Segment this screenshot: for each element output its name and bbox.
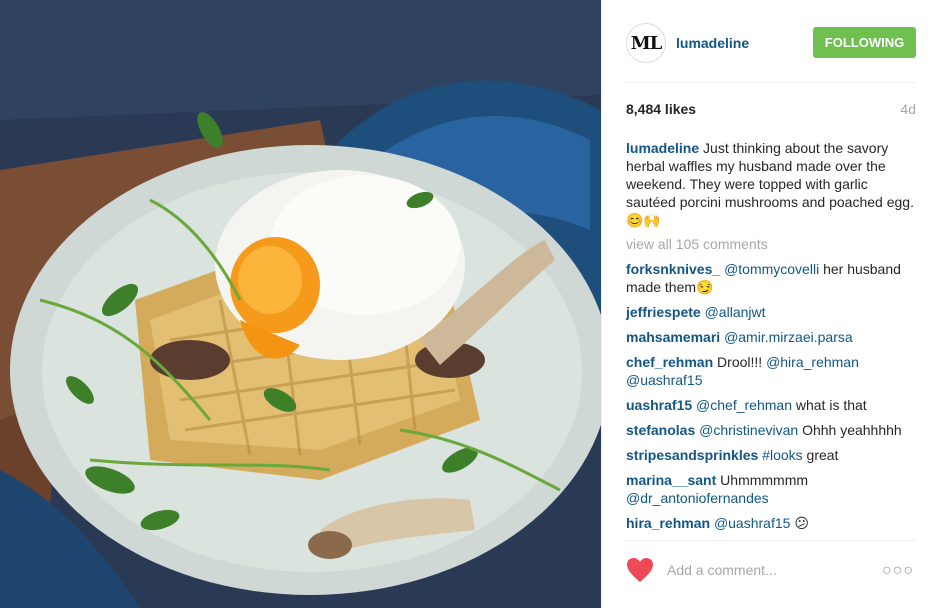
post-photo[interactable] (0, 0, 601, 608)
caption-username[interactable]: lumadeline (626, 140, 699, 156)
comment-username[interactable]: jeffriespete (626, 304, 701, 320)
comment-item: stefanolas @christinevivan Ohhh yeahhhhh (626, 421, 918, 439)
post-header: ML lumadeline Following (626, 22, 916, 64)
comment-text: what is that (795, 397, 867, 413)
comment-text: 😕 (794, 516, 809, 532)
comment-item: hira_rehman @uashraf15 😕 (626, 514, 918, 533)
avatar[interactable]: ML (626, 23, 666, 63)
comment-mention[interactable]: @dr_antoniofernandes (626, 490, 769, 506)
header-divider (626, 82, 916, 83)
comment-mention[interactable]: @hira_rehman (766, 354, 859, 370)
comment-username[interactable]: marina__sant (626, 472, 716, 488)
post-viewer: ML lumadeline Following 8,484 likes 4d l… (0, 0, 940, 608)
caption: lumadeline Just thinking about the savor… (626, 139, 918, 229)
comment-mention[interactable]: @uashraf15 (626, 372, 702, 388)
comment-username[interactable]: chef_rehman (626, 354, 713, 370)
food-photo-illustration (0, 0, 601, 608)
footer-divider (626, 540, 916, 541)
comment-mention[interactable]: @tommycovelli (724, 261, 819, 277)
author-username[interactable]: lumadeline (676, 35, 749, 51)
comment-text: Uhmmmmmm (720, 472, 809, 488)
comment-text: Ohhh yeahhhhh (802, 422, 902, 438)
comment-mention[interactable]: @allanjwt (705, 304, 766, 320)
following-button[interactable]: Following (813, 27, 916, 58)
add-comment-input[interactable] (667, 562, 877, 578)
comment-item: mahsamemari @amir.mirzaei.parsa (626, 328, 918, 346)
comment-item: marina__sant Uhmmmmmm @dr_antoniofernand… (626, 471, 918, 507)
comment-item: chef_rehman Drool!!! @hira_rehman @uashr… (626, 353, 918, 389)
comment-username[interactable]: stefanolas (626, 422, 695, 438)
comment-username[interactable]: forksnknives_ (626, 261, 720, 277)
likes-row: 8,484 likes 4d (626, 101, 916, 117)
comment-username[interactable]: stripesandsprinkles (626, 447, 758, 463)
view-all-comments-link[interactable]: view all 105 comments (626, 235, 918, 253)
comment-item: uashraf15 @chef_rehman what is that (626, 396, 918, 414)
more-options-icon[interactable]: ○○○ (882, 562, 914, 580)
comment-mention[interactable]: @amir.mirzaei.parsa (724, 329, 853, 345)
comment-item: forksnknives_ @tommycovelli her husband … (626, 260, 918, 296)
comment-mention[interactable]: @christinevivan (699, 422, 798, 438)
likes-count[interactable]: 8,484 likes (626, 101, 696, 117)
comments-list: lumadeline Just thinking about the savor… (626, 139, 918, 540)
comment-footer: ○○○ (626, 556, 916, 584)
comment-text: Drool!!! (717, 354, 763, 370)
comment-username[interactable]: uashraf15 (626, 397, 692, 413)
comment-username[interactable]: mahsamemari (626, 329, 720, 345)
comment-username[interactable]: hira_rehman (626, 515, 710, 531)
comment-item: jeffriespete @allanjwt (626, 303, 918, 321)
comment-mention[interactable]: @uashraf15 (714, 515, 790, 531)
comment-hashtag[interactable]: #looks (762, 447, 802, 463)
comment-mention[interactable]: @chef_rehman (696, 397, 792, 413)
post-time[interactable]: 4d (900, 101, 916, 117)
post-side-panel: ML lumadeline Following 8,484 likes 4d l… (601, 0, 940, 608)
heart-icon[interactable] (626, 557, 654, 583)
comment-item: stripesandsprinkles #looks great (626, 446, 918, 464)
comment-text: great (806, 447, 839, 463)
